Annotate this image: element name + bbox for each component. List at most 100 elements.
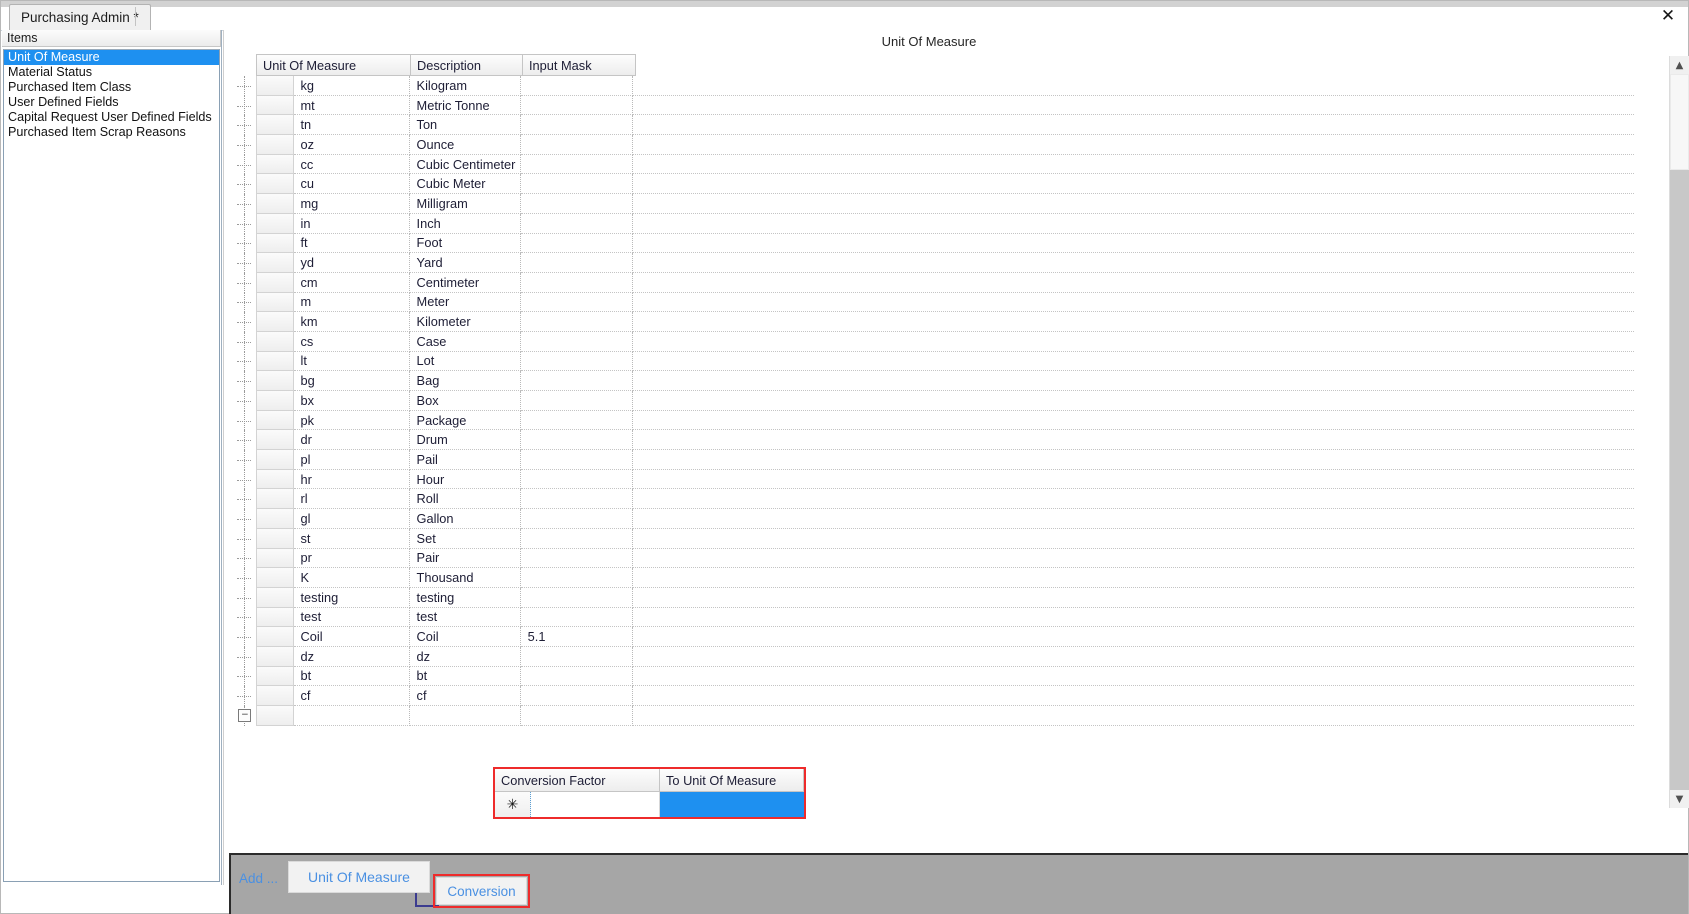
grid-column-header-description[interactable]: Description	[411, 54, 523, 76]
main-vertical-scrollbar[interactable]: ▲ ▼	[1669, 56, 1688, 808]
cell-description[interactable]: Thousand	[410, 568, 521, 588]
row-indicator[interactable]	[234, 430, 256, 450]
row-indicator[interactable]	[234, 194, 256, 214]
table-row[interactable]: ltLot	[234, 352, 1634, 372]
row-indicator[interactable]	[234, 568, 256, 588]
cell-input-mask[interactable]	[521, 450, 633, 470]
cell-input-mask[interactable]	[521, 529, 633, 549]
conversion-subgrid[interactable]: Conversion Factor To Unit Of Measure ✳	[493, 767, 806, 819]
row-indicator[interactable]	[234, 96, 256, 116]
cell-description[interactable]: Roll	[410, 489, 521, 509]
row-indicator[interactable]	[234, 627, 256, 647]
scrollbar-track[interactable]	[1670, 170, 1689, 790]
close-icon[interactable]: ✕	[1657, 5, 1679, 27]
cell-description[interactable]	[410, 706, 521, 726]
table-row[interactable]: pkPackage	[234, 411, 1634, 431]
sidebar-item-purchased-item-scrap-reasons[interactable]: Purchased Item Scrap Reasons	[4, 125, 219, 140]
cell-input-mask[interactable]	[521, 174, 633, 194]
conversion-factor-input[interactable]	[531, 792, 660, 817]
grid-body[interactable]: kgKilogrammtMetric TonnetnTonozOunceccCu…	[234, 76, 1634, 726]
cell-uom[interactable]	[294, 706, 410, 726]
sidebar-item-material-status[interactable]: Material Status	[4, 65, 219, 80]
row-selector-button[interactable]	[256, 174, 294, 194]
row-selector-button[interactable]	[256, 568, 294, 588]
row-selector-button[interactable]	[256, 312, 294, 332]
tab-purchasing-admin[interactable]: Purchasing Admin *	[9, 4, 151, 30]
row-selector-button[interactable]	[256, 529, 294, 549]
cell-description[interactable]: bt	[410, 667, 521, 687]
cell-description[interactable]: Box	[410, 391, 521, 411]
table-row[interactable]: ozOunce	[234, 135, 1634, 155]
table-row[interactable]: cmCentimeter	[234, 273, 1634, 293]
row-indicator[interactable]	[234, 391, 256, 411]
cell-uom[interactable]: pl	[294, 450, 410, 470]
cell-uom[interactable]: oz	[294, 135, 410, 155]
cell-description[interactable]: Drum	[410, 430, 521, 450]
cell-description[interactable]: test	[410, 608, 521, 628]
cell-input-mask[interactable]	[521, 312, 633, 332]
cell-description[interactable]: Lot	[410, 352, 521, 372]
cell-input-mask[interactable]	[521, 76, 633, 96]
cell-input-mask[interactable]	[521, 470, 633, 490]
chevron-down-icon[interactable]: ▼	[1670, 790, 1689, 808]
table-row[interactable]: btbt	[234, 667, 1634, 687]
cell-uom[interactable]: test	[294, 608, 410, 628]
table-row[interactable]: mgMilligram	[234, 194, 1634, 214]
row-indicator[interactable]: −	[234, 706, 256, 726]
cell-uom[interactable]: cc	[294, 155, 410, 175]
table-row[interactable]: drDrum	[234, 430, 1634, 450]
cell-uom[interactable]: K	[294, 568, 410, 588]
table-row[interactable]: KThousand	[234, 568, 1634, 588]
grid-column-header-unit-of-measure[interactable]: Unit Of Measure	[256, 54, 411, 76]
cell-uom[interactable]: Coil	[294, 627, 410, 647]
cell-input-mask[interactable]	[521, 155, 633, 175]
cell-input-mask[interactable]	[521, 293, 633, 313]
cell-uom[interactable]: lt	[294, 352, 410, 372]
row-selector-button[interactable]	[256, 391, 294, 411]
cell-uom[interactable]: m	[294, 293, 410, 313]
cell-input-mask[interactable]	[521, 509, 633, 529]
cell-input-mask[interactable]	[521, 588, 633, 608]
row-selector-button[interactable]	[256, 430, 294, 450]
cell-input-mask[interactable]	[521, 568, 633, 588]
grid-column-header-input-mask[interactable]: Input Mask	[523, 54, 636, 76]
table-row[interactable]: tnTon	[234, 115, 1634, 135]
cell-description[interactable]: Kilogram	[410, 76, 521, 96]
row-indicator[interactable]	[234, 293, 256, 313]
cell-description[interactable]: Foot	[410, 234, 521, 254]
row-selector-button[interactable]	[256, 509, 294, 529]
table-row[interactable]: csCase	[234, 332, 1634, 352]
add-unit-of-measure-button[interactable]: Unit Of Measure	[288, 861, 430, 893]
cell-description[interactable]: dz	[410, 647, 521, 667]
row-indicator[interactable]	[234, 214, 256, 234]
row-indicator[interactable]	[234, 332, 256, 352]
cell-input-mask[interactable]	[521, 214, 633, 234]
cell-description[interactable]: cf	[410, 686, 521, 706]
row-indicator[interactable]	[234, 76, 256, 96]
cell-input-mask[interactable]	[521, 430, 633, 450]
row-indicator[interactable]	[234, 174, 256, 194]
row-selector-button[interactable]	[256, 253, 294, 273]
cell-description[interactable]: Inch	[410, 214, 521, 234]
cell-uom[interactable]: km	[294, 312, 410, 332]
sidebar-item-user-defined-fields[interactable]: User Defined Fields	[4, 95, 219, 110]
row-selector-button[interactable]	[256, 588, 294, 608]
row-selector-button[interactable]	[256, 549, 294, 569]
cell-description[interactable]: Package	[410, 411, 521, 431]
cell-input-mask[interactable]	[521, 115, 633, 135]
cell-description[interactable]: Cubic Centimeter	[410, 155, 521, 175]
row-selector-button[interactable]	[256, 214, 294, 234]
row-indicator[interactable]	[234, 667, 256, 687]
table-row[interactable]: CoilCoil5.1	[234, 627, 1634, 647]
add-conversion-button[interactable]: Conversion	[436, 877, 527, 905]
cell-uom[interactable]: cf	[294, 686, 410, 706]
row-indicator[interactable]	[234, 115, 256, 135]
cell-uom[interactable]: yd	[294, 253, 410, 273]
cell-uom[interactable]: tn	[294, 115, 410, 135]
cell-uom[interactable]: pr	[294, 549, 410, 569]
row-selector-button[interactable]	[256, 608, 294, 628]
cell-input-mask[interactable]	[521, 391, 633, 411]
row-selector-button[interactable]	[256, 352, 294, 372]
cell-description[interactable]: Bag	[410, 371, 521, 391]
cell-uom[interactable]: cs	[294, 332, 410, 352]
